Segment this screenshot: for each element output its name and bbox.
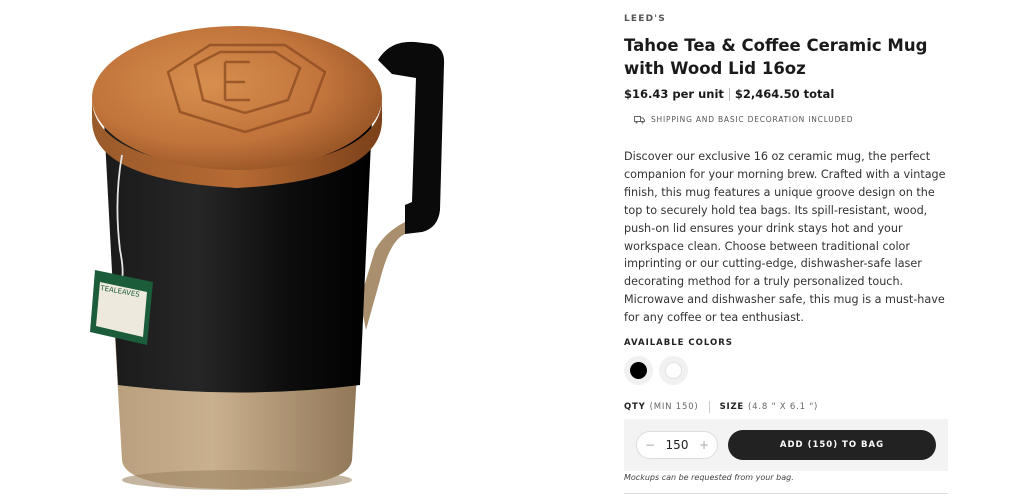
color-swatch-black[interactable]: [624, 356, 653, 385]
truck-icon: [634, 115, 645, 123]
price-divider: [728, 87, 730, 101]
price-total: $2,464.50 total: [734, 87, 835, 101]
price-row: $16.43 per unit $2,464.50 total: [624, 87, 834, 101]
shipping-note: SHIPPING AND BASIC DECORATION INCLUDED: [634, 115, 853, 124]
size-value: (4.8 " X 6.1 "): [748, 402, 819, 412]
color-swatch-white[interactable]: [659, 356, 688, 385]
qty-label: QTY: [624, 402, 646, 412]
product-description: Discover our exclusive 16 oz ceramic mug…: [624, 150, 946, 325]
divider: [624, 493, 948, 494]
product-image: TEALEAVES: [90, 26, 445, 490]
quantity-value[interactable]: 150: [666, 438, 689, 452]
shipping-text: SHIPPING AND BASIC DECORATION INCLUDED: [651, 115, 854, 124]
decrement-button[interactable]: −: [645, 438, 655, 452]
add-to-bag-button[interactable]: ADD (150) TO BAG: [728, 430, 936, 460]
qty-min: (MIN 150): [649, 402, 699, 412]
colors-label: AVAILABLE COLORS: [624, 338, 733, 348]
price-per-unit: $16.43 per unit: [624, 87, 724, 101]
black-dot-icon: [630, 362, 647, 379]
options-row: QTY (MIN 150) SIZE (4.8 " X 6.1 "): [624, 401, 818, 413]
product-title: Tahoe Tea & Coffee Ceramic Mug with Wood…: [624, 36, 928, 78]
quantity-stepper[interactable]: − 150 +: [636, 431, 718, 459]
add-to-bag-panel: − 150 + ADD (150) TO BAG: [624, 419, 948, 471]
color-swatches: [624, 356, 688, 385]
increment-button[interactable]: +: [699, 438, 709, 452]
wood-lid: [92, 26, 382, 188]
size-label: SIZE: [719, 402, 745, 412]
options-divider: [708, 401, 710, 413]
brand-name[interactable]: LEED'S: [624, 14, 666, 24]
mockup-note: Mockups can be requested from your bag.: [624, 473, 794, 482]
white-dot-icon: [665, 362, 682, 379]
